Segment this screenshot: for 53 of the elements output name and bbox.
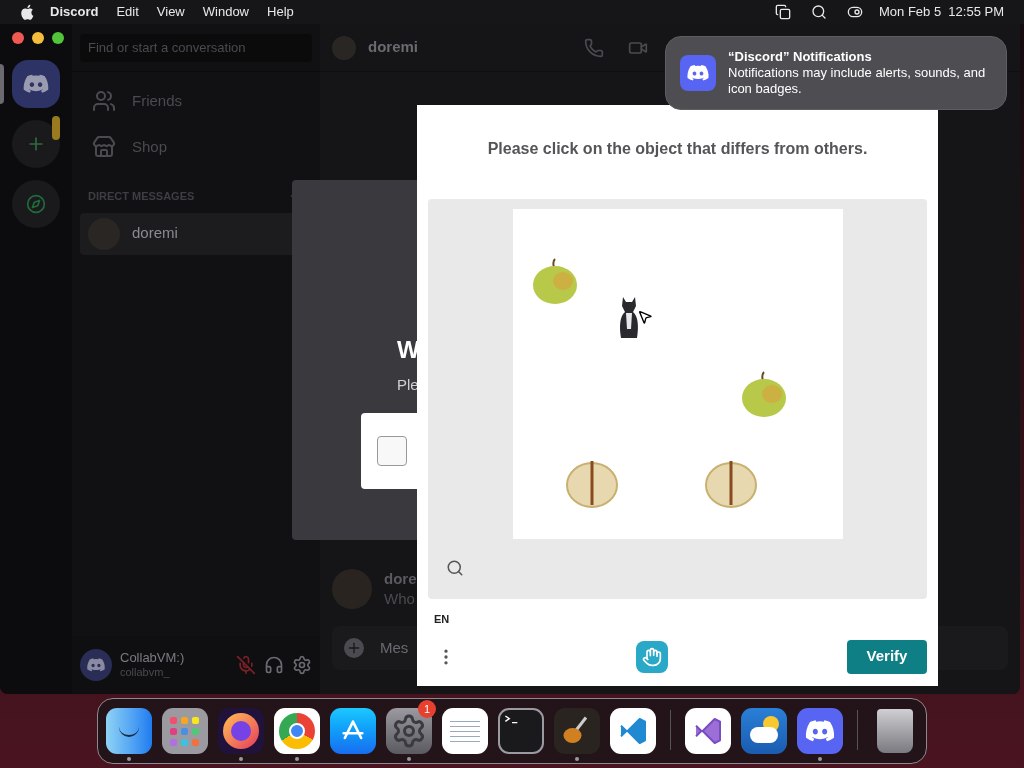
minimize-window-button[interactable] (32, 32, 44, 44)
windows-icon[interactable] (775, 4, 791, 20)
menu-item[interactable]: View (156, 2, 185, 22)
notification-banner[interactable]: “Discord” Notifications Notifications may include alerts, sounds, and icon badges. (665, 36, 1007, 110)
chat-app-icon[interactable] (797, 708, 843, 754)
notification-body: Notifications may include alerts, sounds, and icon badges. (728, 65, 987, 97)
search-icon[interactable] (446, 559, 464, 577)
message-text: Who (384, 589, 416, 610)
chat-title: doremi (368, 37, 418, 58)
mouse-pointer-icon (636, 309, 653, 325)
zoom-window-button[interactable] (52, 32, 64, 44)
language-selector[interactable]: EN (428, 611, 456, 628)
headphones-icon[interactable] (264, 655, 284, 675)
terminal-app-icon[interactable] (498, 708, 544, 754)
dm-name: doremi (132, 223, 178, 244)
notepad-app-icon[interactable] (442, 708, 488, 754)
verify-button[interactable]: Verify (847, 639, 927, 674)
notification-title: “Discord” Notifications (728, 49, 873, 65)
user-handle: collabvm_ (120, 666, 171, 680)
grid-app-icon[interactable] (162, 708, 208, 754)
user-name: CollabVM:) (120, 650, 186, 667)
menu-clock[interactable]: Mon Feb 5 12:55 PM (879, 2, 1004, 22)
people-icon (92, 89, 116, 113)
code-editor-app-icon[interactable] (610, 708, 656, 754)
notification-badge: 1 (418, 700, 436, 718)
message-author: dore (384, 568, 417, 589)
ide-app-icon[interactable] (685, 708, 731, 754)
alert-icon (52, 116, 60, 140)
app-store-icon[interactable] (330, 708, 376, 754)
captcha-prompt: Please click on the object that differs from others. (486, 139, 869, 159)
fox-globe-app-icon[interactable] (218, 708, 264, 754)
menu-app-name[interactable]: Discord (50, 2, 99, 22)
nav-label: Friends (132, 90, 183, 111)
close-window-button[interactable] (12, 32, 24, 44)
cloud-sun-app-icon[interactable] (741, 708, 787, 754)
guitar-app-icon[interactable] (554, 708, 600, 754)
hand-logo-icon[interactable] (636, 640, 668, 673)
settings-icon[interactable] (292, 655, 312, 675)
nav-label: Shop (132, 136, 168, 157)
apple-logo-icon[interactable] (20, 4, 34, 20)
server-button[interactable] (12, 60, 60, 108)
menu-item[interactable]: Help (267, 2, 294, 22)
server-button[interactable] (12, 180, 60, 228)
modal-subtitle: Ple (396, 375, 418, 395)
smiling-face-app-icon[interactable] (106, 708, 152, 754)
browser-app-icon[interactable] (274, 708, 320, 754)
checkbox[interactable] (377, 435, 407, 466)
compass-icon (26, 194, 46, 214)
search-icon[interactable] (811, 4, 827, 20)
storefront-icon (92, 135, 116, 159)
menu-item[interactable]: Edit (116, 2, 139, 22)
toggles-icon[interactable] (847, 4, 863, 20)
menu-item[interactable]: Window (202, 2, 249, 22)
